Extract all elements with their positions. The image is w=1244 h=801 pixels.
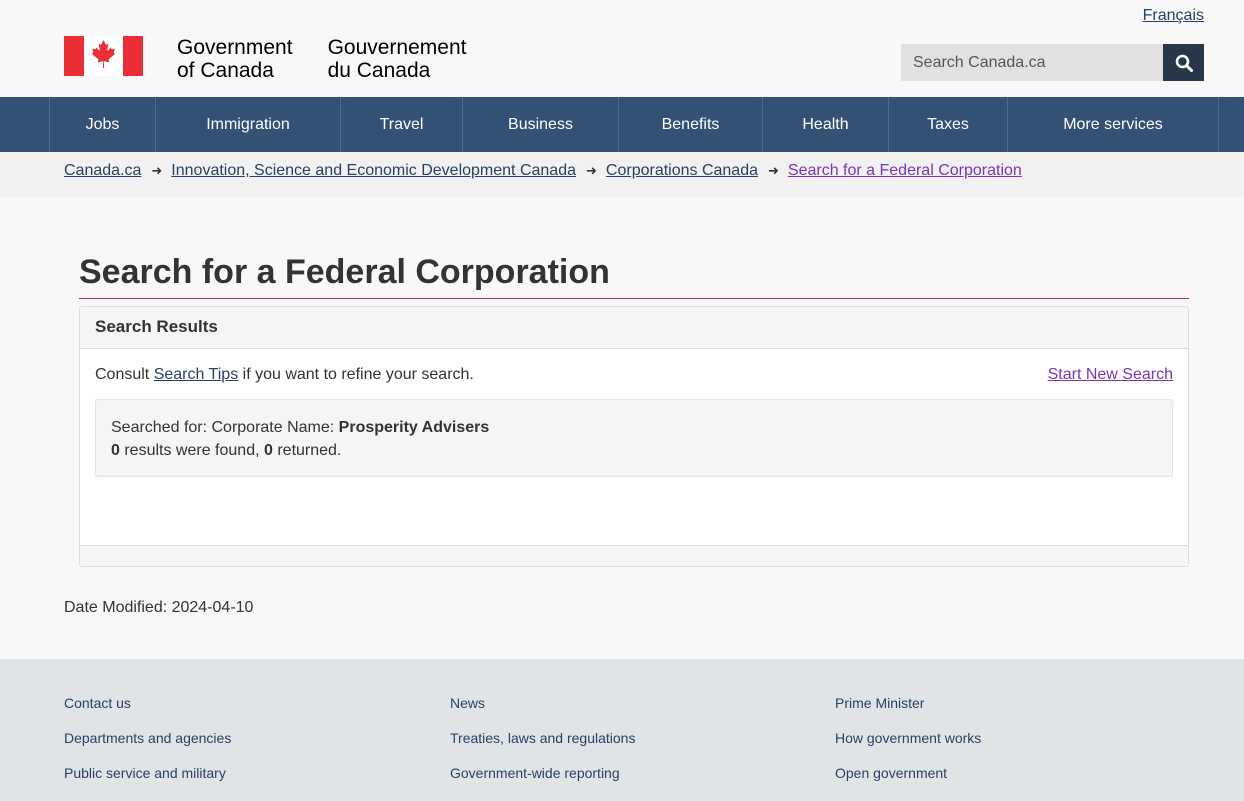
- site-search: [901, 44, 1204, 81]
- page-title: Search for a Federal Corporation: [79, 253, 610, 291]
- wordmark-en-line2: of Canada: [177, 59, 274, 82]
- menu-item-health[interactable]: Health: [763, 97, 889, 152]
- date-modified: Date Modified: 2024-04-10: [64, 599, 253, 617]
- breadcrumb-search-federal-corporation[interactable]: Search for a Federal Corporation: [788, 162, 1022, 180]
- breadcrumb-ised[interactable]: Innovation, Science and Economic Develop…: [171, 162, 576, 180]
- footer-link-open-government[interactable]: Open government: [835, 765, 981, 782]
- footer-link-departments-agencies[interactable]: Departments and agencies: [64, 730, 231, 747]
- consult-text: Consult Search Tips if you want to refin…: [95, 366, 474, 384]
- results-found-text: results were found,: [119, 442, 264, 459]
- footer-link-treaties-laws[interactable]: Treaties, laws and regulations: [450, 730, 635, 747]
- footer-link-public-service-military[interactable]: Public service and military: [64, 765, 231, 782]
- footer-link-contact-us[interactable]: Contact us: [64, 695, 231, 712]
- language-toggle-link[interactable]: Français: [1143, 7, 1204, 25]
- date-modified-value: 2024-04-10: [171, 599, 254, 616]
- results-found-count: 0: [111, 442, 120, 459]
- menu-item-jobs[interactable]: Jobs: [50, 97, 156, 152]
- wordmark-en-line1: Government: [177, 36, 293, 59]
- search-button[interactable]: [1163, 44, 1204, 81]
- menu-item-immigration[interactable]: Immigration: [156, 97, 341, 152]
- government-signature[interactable]: Government of Canada Gouvernement du Can…: [64, 36, 466, 82]
- breadcrumb-corporations-canada[interactable]: Corporations Canada: [606, 162, 758, 180]
- panel-heading: Search Results: [80, 307, 1188, 349]
- main-menu: Jobs Immigration Travel Business Benefit…: [0, 97, 1244, 152]
- date-modified-label: Date Modified:: [64, 599, 172, 616]
- menu-item-travel[interactable]: Travel: [341, 97, 463, 152]
- breadcrumb-canada-ca[interactable]: Canada.ca: [64, 162, 141, 180]
- menu-item-taxes[interactable]: Taxes: [889, 97, 1008, 152]
- results-returned-count: 0: [263, 442, 273, 459]
- wordmark-french: Gouvernement du Canada: [328, 36, 467, 82]
- footer-column-1: Contact us Departments and agencies Publ…: [64, 695, 231, 800]
- arrow-right-icon: ➜: [768, 163, 779, 178]
- footer-link-how-government-works[interactable]: How government works: [835, 730, 981, 747]
- site-footer: Contact us Departments and agencies Publ…: [0, 659, 1244, 801]
- footer-link-news[interactable]: News: [450, 695, 635, 712]
- menu-item-more-services[interactable]: More services: [1008, 97, 1219, 152]
- footer-link-prime-minister[interactable]: Prime Minister: [835, 695, 981, 712]
- wordmark-english: Government of Canada: [177, 36, 293, 82]
- searched-for-value: Prosperity Advisers: [338, 419, 490, 436]
- search-tips-link[interactable]: Search Tips: [154, 366, 238, 383]
- title-underline: [79, 298, 1189, 299]
- searched-for-line: Searched for: Corporate Name: Prosperity…: [111, 416, 1157, 439]
- wordmark: Government of Canada Gouvernement du Can…: [177, 36, 466, 82]
- panel-body: Consult Search Tips if you want to refin…: [80, 349, 1188, 546]
- footer-column-2: News Treaties, laws and regulations Gove…: [450, 695, 635, 800]
- breadcrumb-list: Canada.ca ➜ Innovation, Science and Econ…: [64, 162, 1022, 180]
- wordmark-fr-line2: du Canada: [327, 59, 431, 82]
- main-menu-list: Jobs Immigration Travel Business Benefit…: [49, 97, 1219, 152]
- search-results-panel: Search Results Consult Search Tips if yo…: [79, 306, 1189, 567]
- results-returned-text: returned.: [272, 442, 342, 459]
- arrow-right-icon: ➜: [586, 163, 597, 178]
- menu-item-business[interactable]: Business: [463, 97, 619, 152]
- panel-footer: [80, 545, 1188, 566]
- search-summary: Searched for: Corporate Name: Prosperity…: [95, 399, 1173, 477]
- searched-for-label: Searched for: Corporate Name:: [111, 419, 339, 436]
- wordmark-fr-line1: Gouvernement: [327, 36, 467, 59]
- arrow-right-icon: ➜: [151, 163, 163, 178]
- breadcrumb: Canada.ca ➜ Innovation, Science and Econ…: [0, 152, 1244, 197]
- search-input[interactable]: [901, 44, 1163, 81]
- canada-flag-icon: [64, 36, 143, 76]
- search-icon: [1175, 54, 1193, 72]
- start-new-search-link[interactable]: Start New Search: [1048, 366, 1173, 384]
- consult-suffix: if you want to refine your search.: [238, 366, 474, 383]
- footer-column-3: Prime Minister How government works Open…: [835, 695, 981, 800]
- menu-item-benefits[interactable]: Benefits: [619, 97, 763, 152]
- footer-link-government-reporting[interactable]: Government-wide reporting: [450, 765, 635, 782]
- consult-prefix: Consult: [95, 366, 154, 383]
- results-count-line: 0 results were found, 0 returned.: [111, 439, 1157, 462]
